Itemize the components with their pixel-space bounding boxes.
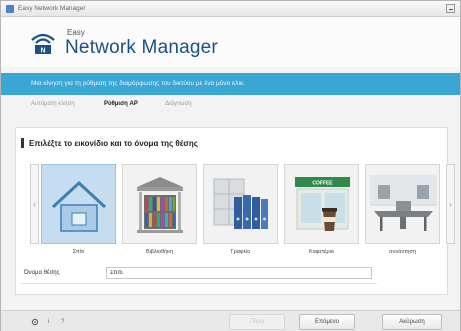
help-icon[interactable]: ? [61,319,64,325]
app-window: Easy Network Manager N Easy Network Mana… [0,0,461,331]
location-name-label: Όνομα θέσης [24,270,60,276]
location-tile-coffee-shop[interactable]: COFFEE [284,164,359,244]
coffee-sign-text: COFFEE [312,181,333,187]
next-button[interactable]: Επόμενο [299,314,355,330]
settings-icon[interactable] [31,318,39,326]
section-title: Επιλέξτε το εικονίδιο και το όνομα της θ… [29,139,198,148]
brand-name: Network Manager [65,37,218,58]
location-label-office: Γραφείο [230,249,251,255]
brand-easy: Easy [67,28,85,37]
tab-ap-setup[interactable]: Ρύθμιση AP [104,101,138,107]
tab-diagnosis[interactable]: Διάγνωση [165,101,192,107]
carousel-next-button[interactable]: › [446,164,455,244]
location-label-home: Σπίτι [72,249,85,255]
network-logo-icon: N [31,33,55,55]
location-name-input[interactable] [106,267,372,279]
location-tile-home[interactable] [41,164,116,244]
location-tile-library[interactable] [122,164,197,244]
office-binders-icon [213,178,268,229]
window-title: Easy Network Manager [18,5,86,12]
cancel-button[interactable]: Ακύρωση [382,314,442,330]
location-label-library: Βιβλιοθήκη [145,249,173,255]
divider [21,283,377,284]
section-marker [21,138,24,148]
tab-auto-connect[interactable]: Αυτόματη κλήση [31,101,75,107]
coffee-shop-icon: COFFEE [295,177,350,231]
info-icon[interactable]: i [48,319,49,325]
location-label-meeting: συνάντηση [389,249,416,255]
back-button[interactable]: Πίσω [229,314,285,330]
location-label-coffee-shop: Καφετέρια [309,249,334,255]
location-tile-office[interactable] [203,164,278,244]
title-bar: Easy Network Manager [1,1,460,17]
info-banner: Μια κίνηση για τη ρύθμιση της διαμόρφωση… [1,73,460,95]
tab-bar: Αυτόματη κλήση Ρύθμιση AP Διάγνωση [1,97,460,111]
location-tile-meeting[interactable] [365,164,440,244]
house-icon [51,180,107,232]
carousel-prev-button[interactable]: ‹ [30,164,39,244]
library-icon [137,177,183,233]
minimize-button[interactable] [446,4,455,13]
meeting-room-icon [370,175,437,231]
banner-text: Μια κίνηση για τη ρύθμιση της διαμόρφωση… [31,80,246,87]
app-icon [6,5,14,13]
svg-text:N: N [40,48,45,55]
